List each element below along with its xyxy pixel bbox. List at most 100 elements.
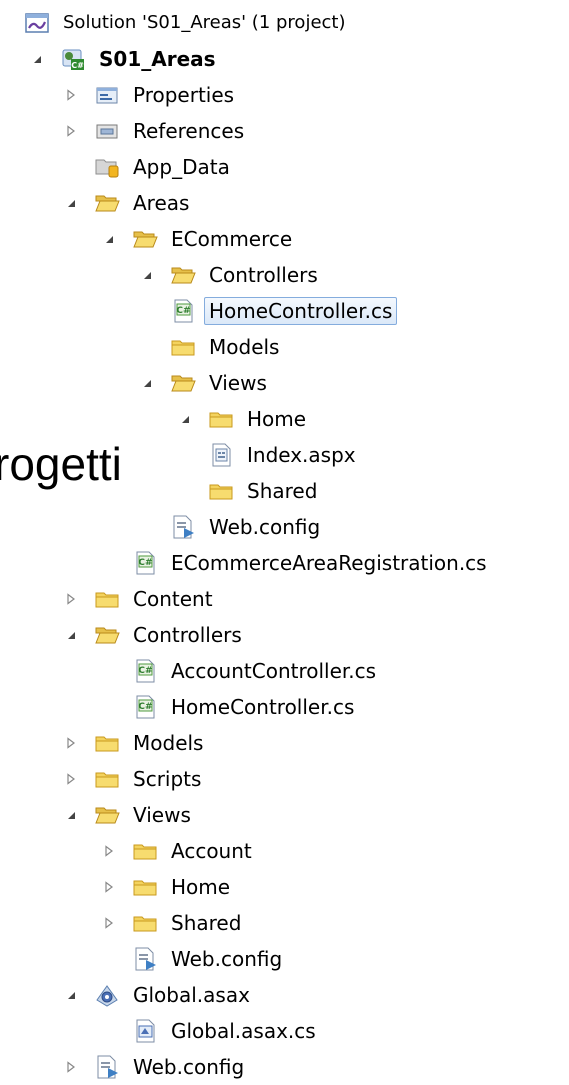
tree-node[interactable]: C# ECommerceAreaRegistration.cs (100, 545, 492, 581)
tree-node[interactable]: References (62, 113, 249, 149)
tree-node[interactable]: Properties (62, 77, 239, 113)
config-file-icon (132, 946, 158, 972)
collapsed-arrow-icon[interactable] (62, 1058, 80, 1076)
tree-node[interactable]: Models (138, 329, 284, 365)
tree-node[interactable]: Scripts (62, 761, 206, 797)
tree-node-label: Global.asax.cs (171, 1019, 316, 1043)
config-file-icon (94, 1054, 120, 1080)
tree-node[interactable]: C# HomeController.cs (100, 689, 359, 725)
expanded-arrow-icon[interactable] (62, 986, 80, 1004)
tree-node[interactable]: Content (62, 581, 218, 617)
tree-node-solution[interactable]: Solution 'S01_Areas' (1 project) (24, 5, 351, 41)
tree-node[interactable]: Account (100, 833, 257, 869)
tree-node-label: ECommerceAreaRegistration.cs (171, 551, 487, 575)
folder-icon (94, 766, 120, 792)
folder-open-icon (94, 190, 120, 216)
solution-explorer-tree: Solution 'S01_Areas' (1 project) C# S01_… (0, 0, 569, 1082)
folder-icon (94, 586, 120, 612)
tree-node-label: HomeController.cs (204, 297, 398, 325)
collapsed-arrow-icon[interactable] (62, 86, 80, 104)
tree-node[interactable]: Home (176, 401, 311, 437)
tree-node-label: Global.asax (133, 983, 250, 1007)
solution-icon (24, 10, 50, 36)
tree-node-label: Account (171, 839, 252, 863)
expanded-arrow-icon[interactable] (28, 50, 46, 68)
folder-icon (132, 838, 158, 864)
folder-icon (132, 874, 158, 900)
tree-node-label: Content (133, 587, 213, 611)
app-data-folder-icon (94, 154, 120, 180)
expanded-arrow-icon[interactable] (62, 626, 80, 644)
collapsed-arrow-icon[interactable] (62, 734, 80, 752)
tree-node[interactable]: Controllers (138, 257, 323, 293)
tree-node[interactable]: App_Data (62, 149, 235, 185)
tree-node-label: Scripts (133, 767, 202, 791)
tree-node[interactable]: C# AccountController.cs (100, 653, 381, 689)
tree-node-label: Solution 'S01_Areas' (1 project) (63, 12, 346, 33)
collapsed-arrow-icon[interactable] (62, 590, 80, 608)
tree-node[interactable]: C# HomeController.cs (138, 293, 398, 329)
tree-node[interactable]: Web.config (100, 941, 287, 977)
tree-node-label: References (133, 119, 245, 143)
tree-node[interactable]: Web.config (62, 1049, 249, 1085)
tree-node-label: ECommerce (171, 227, 293, 251)
svg-text:C#: C# (138, 558, 152, 568)
expanded-arrow-icon[interactable] (62, 806, 80, 824)
expanded-arrow-icon[interactable] (100, 230, 118, 248)
tree-node-label: Index.aspx (247, 443, 356, 467)
expanded-arrow-icon[interactable] (62, 194, 80, 212)
tree-node-label: Web.config (133, 1055, 245, 1079)
folder-open-icon (94, 622, 120, 648)
tree-node[interactable]: Index.aspx (176, 437, 361, 473)
csharp-file-icon: C# (132, 658, 158, 684)
folder-open-icon (170, 370, 196, 396)
tree-node-label: App_Data (133, 155, 230, 179)
tree-node[interactable]: Global.asax.cs (100, 1013, 321, 1049)
collapsed-arrow-icon[interactable] (100, 878, 118, 896)
asax-cs-file-icon (132, 1018, 158, 1044)
tree-node-label: Models (209, 335, 280, 359)
tree-node[interactable]: Home (100, 869, 235, 905)
tree-node[interactable]: Shared (100, 905, 246, 941)
tree-node-label: Areas (133, 191, 190, 215)
collapsed-arrow-icon[interactable] (100, 842, 118, 860)
tree-node[interactable]: ECommerce (100, 221, 297, 257)
tree-node[interactable]: Global.asax (62, 977, 255, 1013)
tree-node-project[interactable]: C# S01_Areas (28, 41, 221, 77)
asax-file-icon (94, 982, 120, 1008)
tree-node[interactable]: Controllers (62, 617, 247, 653)
overlay-caption-text: rogetti (0, 437, 126, 491)
collapsed-arrow-icon[interactable] (62, 122, 80, 140)
tree-node-label: Controllers (133, 623, 242, 647)
folder-icon (208, 406, 234, 432)
expanded-arrow-icon[interactable] (138, 266, 156, 284)
svg-text:C#: C# (138, 666, 152, 676)
tree-node[interactable]: Shared (176, 473, 322, 509)
expanded-arrow-icon[interactable] (176, 410, 194, 428)
references-icon (94, 118, 120, 144)
aspx-file-icon (208, 442, 234, 468)
svg-text:C#: C# (138, 702, 152, 712)
tree-node[interactable]: Views (138, 365, 272, 401)
csharp-file-icon: C# (170, 298, 196, 324)
tree-node[interactable]: Web.config (138, 509, 325, 545)
folder-icon (132, 910, 158, 936)
folder-icon (208, 478, 234, 504)
properties-icon (94, 82, 120, 108)
collapsed-arrow-icon[interactable] (100, 914, 118, 932)
expanded-arrow-icon[interactable] (138, 374, 156, 392)
csharp-project-icon: C# (60, 46, 86, 72)
folder-icon (170, 334, 196, 360)
folder-open-icon (132, 226, 158, 252)
tree-node-label: S01_Areas (99, 47, 216, 71)
csharp-file-icon: C# (132, 694, 158, 720)
tree-node-label: Views (133, 803, 191, 827)
collapsed-arrow-icon[interactable] (62, 770, 80, 788)
tree-node-label: AccountController.cs (171, 659, 377, 683)
tree-node[interactable]: Areas (62, 185, 194, 221)
tree-node[interactable]: Models (62, 725, 208, 761)
tree-node[interactable]: Views (62, 797, 196, 833)
tree-node-label: Views (209, 371, 267, 395)
folder-open-icon (94, 802, 120, 828)
folder-open-icon (170, 262, 196, 288)
